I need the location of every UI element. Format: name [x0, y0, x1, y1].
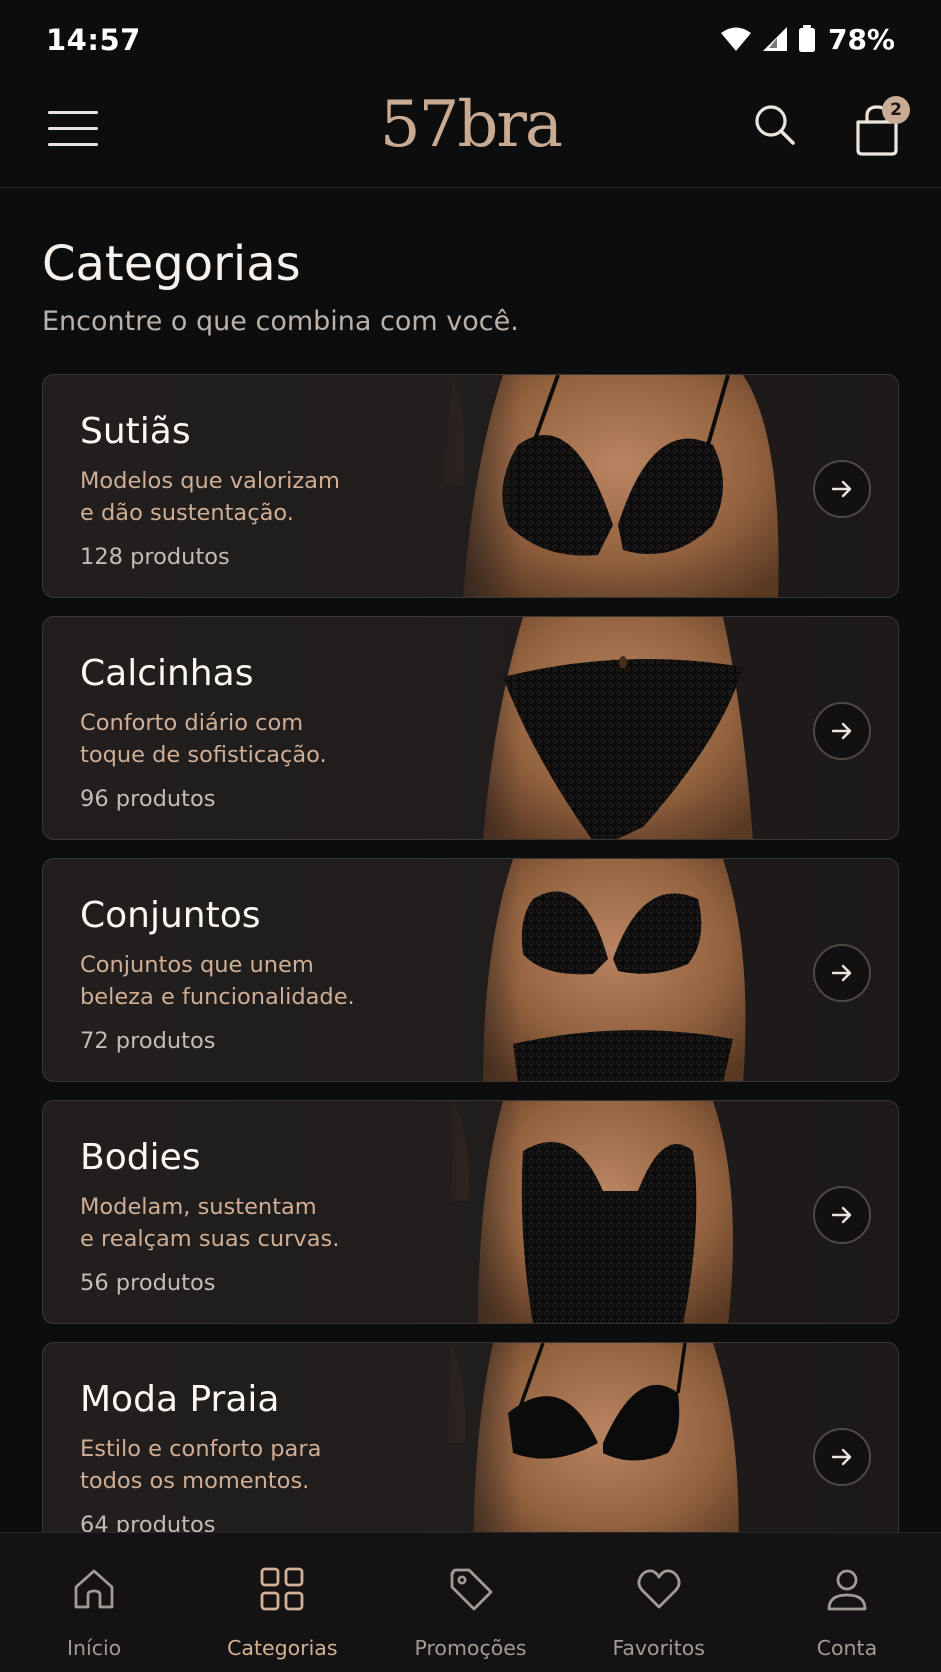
nav-label: Conta: [816, 1636, 878, 1660]
battery-percent: 78%: [827, 22, 895, 56]
category-photo-bra: [423, 375, 813, 597]
category-open-button[interactable]: [813, 1186, 871, 1244]
category-title: Sutiãs: [80, 411, 191, 452]
category-product-count: 72 produtos: [80, 1028, 216, 1054]
arrow-right-icon: [831, 964, 852, 982]
page-title: Categorias: [42, 236, 301, 292]
status-icons: 78%: [720, 23, 895, 56]
search-button[interactable]: [752, 102, 798, 148]
category-description: Modelam, sustentam e realçam suas curvas…: [80, 1191, 380, 1255]
arrow-right-icon: [831, 1448, 852, 1466]
wifi-icon: [720, 27, 751, 51]
bottom-navigation: Início Categorias Promoções Favoritos Co…: [0, 1532, 941, 1672]
nav-label: Categorias: [227, 1636, 338, 1660]
arrow-right-icon: [831, 1206, 852, 1224]
heart-icon: [637, 1569, 681, 1609]
status-time: 14:57: [46, 23, 141, 57]
arrow-right-icon: [831, 480, 852, 498]
brand-logo[interactable]: 57bra: [0, 88, 941, 162]
nav-item-categorias[interactable]: Categorias: [188, 1533, 376, 1672]
nav-item-conta[interactable]: Conta: [753, 1533, 941, 1672]
category-description: Estilo e conforto para todos os momentos…: [80, 1433, 380, 1497]
category-product-count: 56 produtos: [80, 1270, 216, 1296]
description-line: beleza e funcionalidade.: [80, 984, 355, 1010]
description-line: todos os momentos.: [80, 1468, 310, 1494]
category-photo-set: [423, 859, 813, 1081]
grid-icon: [260, 1567, 304, 1611]
description-line: Modelam, sustentam: [80, 1194, 317, 1220]
category-photo-body: [423, 1101, 813, 1323]
nav-label: Favoritos: [612, 1636, 705, 1660]
category-title: Bodies: [80, 1137, 201, 1178]
nav-label: Promoções: [414, 1636, 527, 1660]
description-line: e realçam suas curvas.: [80, 1226, 340, 1252]
status-bar: 14:57 78%: [0, 0, 941, 78]
category-card-conjuntos[interactable]: Conjuntos Conjuntos que unem beleza e fu…: [42, 858, 899, 1082]
nav-item-favoritos[interactable]: Favoritos: [565, 1533, 753, 1672]
category-open-button[interactable]: [813, 1428, 871, 1486]
user-icon: [827, 1569, 867, 1611]
category-title: Moda Praia: [80, 1379, 280, 1420]
tag-icon: [450, 1568, 492, 1611]
category-product-count: 96 produtos: [80, 786, 216, 812]
nav-item-promocoes[interactable]: Promoções: [376, 1533, 564, 1672]
category-card-calcinhas[interactable]: Calcinhas Conforto diário com toque de s…: [42, 616, 899, 840]
description-line: Modelos que valorizam: [80, 468, 340, 494]
category-card-sutias[interactable]: Sutiãs Modelos que valorizam e dão suste…: [42, 374, 899, 598]
app-screen: 14:57 78% 57bra 2 Categorias Encontre o …: [0, 0, 941, 1672]
category-open-button[interactable]: [813, 944, 871, 1002]
category-open-button[interactable]: [813, 460, 871, 518]
description-line: toque de sofisticação.: [80, 742, 327, 768]
app-header: 57bra 2: [0, 78, 941, 188]
nav-label: Início: [66, 1636, 122, 1660]
category-description: Conforto diário com toque de sofisticaçã…: [80, 707, 380, 771]
search-icon: [755, 105, 795, 145]
description-line: Conforto diário com: [80, 710, 304, 736]
category-title: Conjuntos: [80, 895, 261, 936]
arrow-right-icon: [831, 722, 852, 740]
category-card-bodies[interactable]: Bodies Modelam, sustentam e realçam suas…: [42, 1100, 899, 1324]
category-description: Modelos que valorizam e dão sustentação.: [80, 465, 380, 529]
description-line: e dão sustentação.: [80, 500, 294, 526]
category-open-button[interactable]: [813, 702, 871, 760]
category-description: Conjuntos que unem beleza e funcionalida…: [80, 949, 380, 1013]
nav-item-inicio[interactable]: Início: [0, 1533, 188, 1672]
cart-button[interactable]: 2: [852, 96, 910, 156]
category-title: Calcinhas: [80, 653, 254, 694]
page-subtitle: Encontre o que combina com você.: [42, 306, 519, 337]
category-product-count: 128 produtos: [80, 544, 230, 570]
battery-icon: [798, 25, 815, 52]
home-icon: [74, 1569, 114, 1609]
description-line: Estilo e conforto para: [80, 1436, 322, 1462]
signal-icon: [762, 27, 787, 51]
cart-count-badge: 2: [882, 96, 910, 124]
description-line: Conjuntos que unem: [80, 952, 314, 978]
category-photo-panty: [423, 617, 813, 839]
